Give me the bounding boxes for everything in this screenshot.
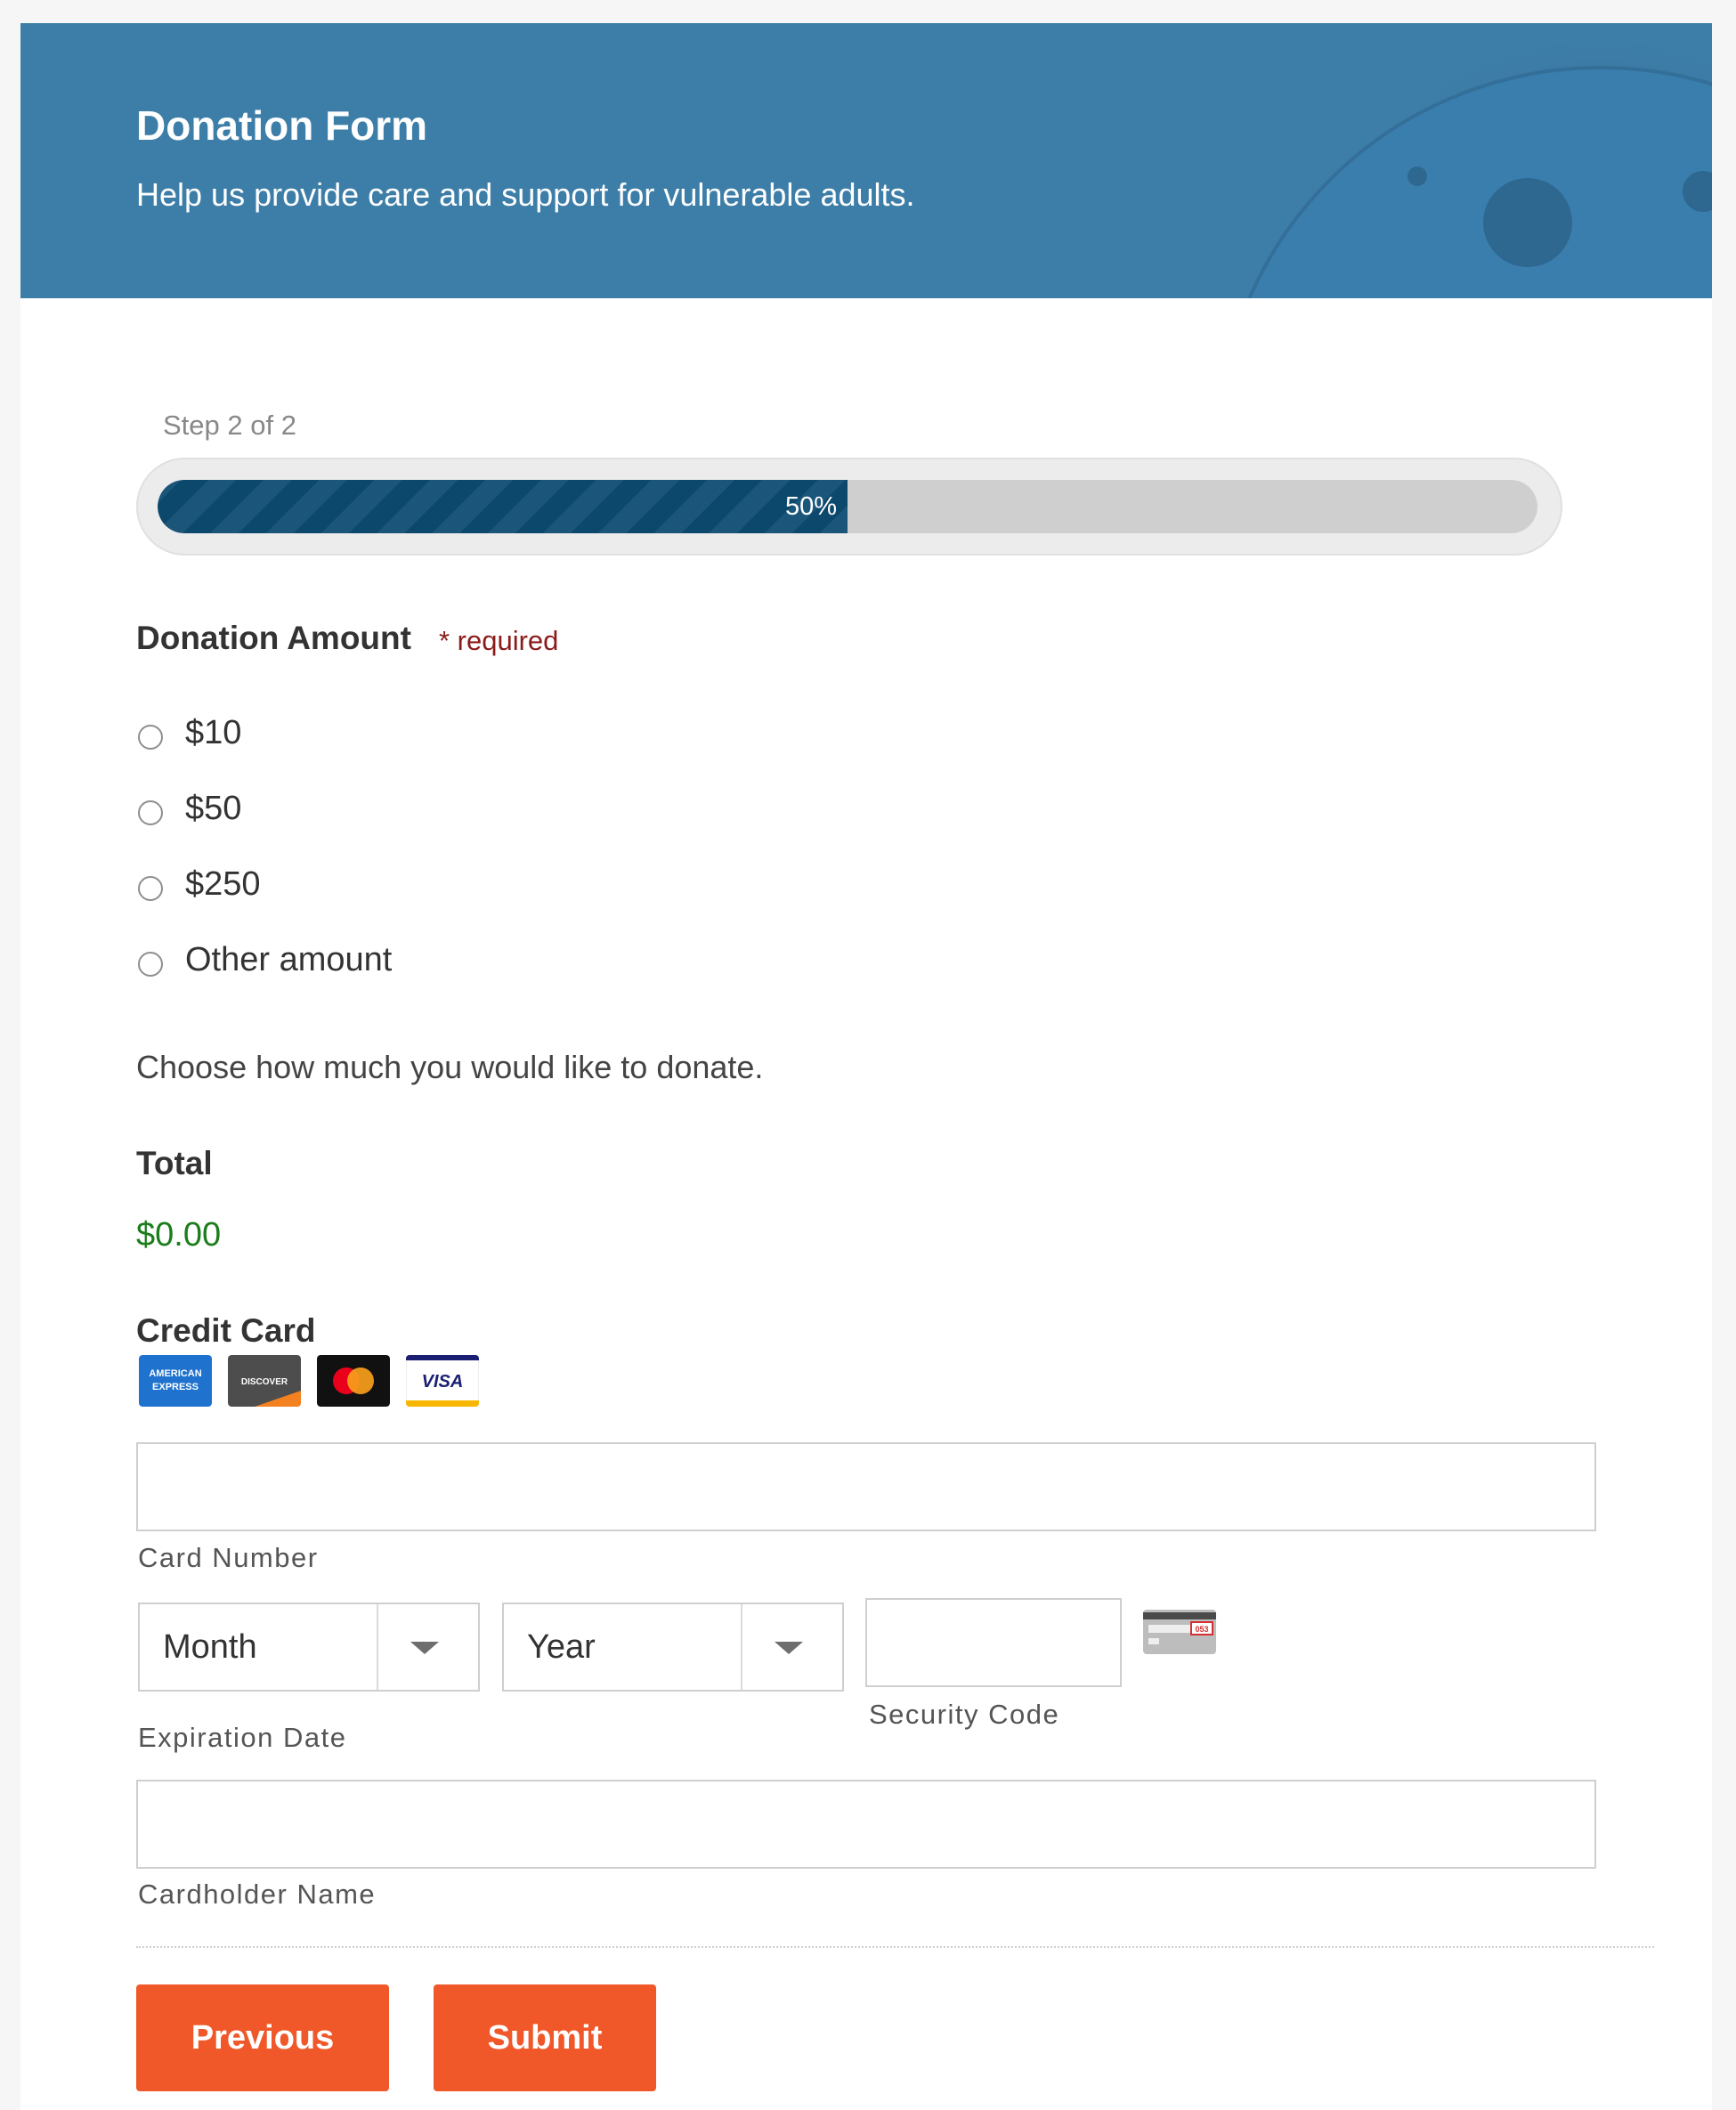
chevron-down-icon[interactable] bbox=[775, 1642, 803, 1654]
step-indicator: Step 2 of 2 bbox=[163, 410, 296, 441]
progress-fill: 50% bbox=[158, 480, 848, 533]
expiration-month-select[interactable]: Month bbox=[138, 1603, 480, 1692]
form-subtitle: Help us provide care and support for vul… bbox=[136, 176, 915, 213]
svg-text:VISA: VISA bbox=[422, 1372, 464, 1392]
radio-label[interactable]: $10 bbox=[185, 714, 241, 752]
cardholder-name-input[interactable] bbox=[136, 1780, 1596, 1869]
discover-icon: DISCOVER bbox=[228, 1355, 301, 1407]
radio-label[interactable]: $250 bbox=[185, 865, 261, 904]
select-divider bbox=[741, 1604, 742, 1690]
total-label: Total bbox=[136, 1145, 213, 1181]
progress-percent: 50% bbox=[784, 492, 837, 521]
svg-text:EXPRESS: EXPRESS bbox=[152, 1382, 199, 1392]
progress-track: 50% bbox=[158, 480, 1537, 533]
cardholder-name-label: Cardholder Name bbox=[138, 1879, 377, 1910]
card-number-input[interactable] bbox=[136, 1442, 1596, 1531]
american-express-icon: AMERICAN EXPRESS bbox=[139, 1355, 212, 1407]
radio-button[interactable] bbox=[138, 800, 163, 825]
credit-card-label: Credit Card bbox=[136, 1312, 316, 1349]
expiration-year-select[interactable]: Year bbox=[502, 1603, 844, 1692]
section-divider bbox=[136, 1946, 1654, 1948]
radio-button[interactable] bbox=[138, 876, 163, 901]
total-value: $0.00 bbox=[136, 1216, 222, 1254]
radio-button[interactable] bbox=[138, 952, 163, 977]
form-card: Donation Form Help us provide care and s… bbox=[20, 23, 1712, 2110]
month-selected-value[interactable]: Month bbox=[163, 1604, 257, 1690]
select-divider bbox=[377, 1604, 378, 1690]
year-selected-value[interactable]: Year bbox=[527, 1604, 596, 1690]
card-number-label: Card Number bbox=[138, 1542, 319, 1573]
mastercard-icon bbox=[317, 1355, 390, 1407]
svg-text:DISCOVER: DISCOVER bbox=[241, 1377, 288, 1387]
required-indicator: * required bbox=[439, 625, 559, 656]
radio-label[interactable]: Other amount bbox=[185, 941, 392, 979]
decorative-planet-graphic bbox=[1089, 23, 1712, 298]
header-banner: Donation Form Help us provide care and s… bbox=[20, 23, 1712, 298]
expiration-date-label: Expiration Date bbox=[138, 1722, 347, 1753]
cvv-card-icon: 053 bbox=[1143, 1610, 1216, 1654]
security-code-input[interactable] bbox=[865, 1598, 1122, 1687]
form-title: Donation Form bbox=[136, 102, 428, 149]
donation-amount-label: Donation Amount bbox=[136, 620, 411, 656]
previous-button[interactable]: Previous bbox=[136, 1984, 389, 2091]
radio-button[interactable] bbox=[138, 725, 163, 750]
progress-bar: 50% bbox=[136, 458, 1562, 556]
donation-help-text: Choose how much you would like to donate… bbox=[136, 1049, 764, 1085]
radio-label[interactable]: $50 bbox=[185, 790, 241, 828]
svg-text:AMERICAN: AMERICAN bbox=[149, 1368, 201, 1379]
chevron-down-icon[interactable] bbox=[410, 1642, 439, 1654]
cvv-example-text: 053 bbox=[1195, 1625, 1208, 1634]
visa-icon: VISA bbox=[406, 1355, 479, 1407]
security-code-label: Security Code bbox=[869, 1699, 1060, 1730]
submit-button[interactable]: Submit bbox=[434, 1984, 656, 2091]
